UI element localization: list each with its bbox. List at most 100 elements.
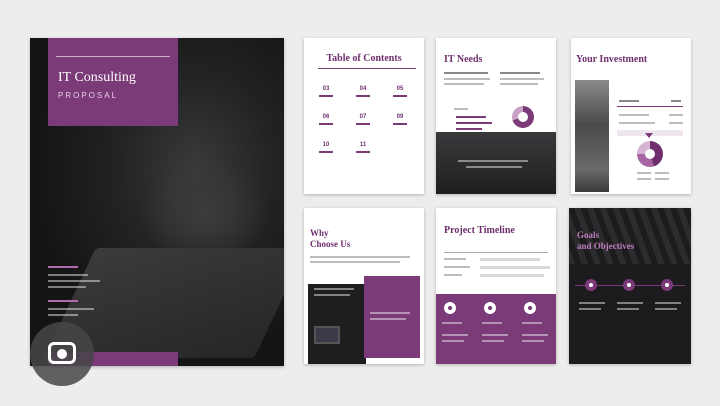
cover-text-1 xyxy=(48,274,88,276)
toc-bar xyxy=(356,151,370,153)
goals-title: Goals and Objectives xyxy=(577,230,634,252)
text-line xyxy=(442,334,468,336)
gantt-bar xyxy=(480,258,540,261)
toc-bar xyxy=(393,95,407,97)
goals-page: Goals and Objectives xyxy=(569,208,691,364)
text-line xyxy=(655,302,681,304)
text-line xyxy=(522,340,544,342)
cover-text-4 xyxy=(48,308,94,310)
text-line xyxy=(617,302,643,304)
cover-page: IT Consulting PROPOSAL xyxy=(30,38,284,366)
bulb-icon xyxy=(484,302,496,314)
legend-line xyxy=(637,172,651,174)
dark-photo-band xyxy=(436,132,556,194)
legend-line xyxy=(637,178,651,180)
text-line xyxy=(617,308,639,310)
bar-mark xyxy=(456,128,482,130)
text-line xyxy=(444,83,484,85)
toc-number: 04 xyxy=(359,86,367,92)
bar-label xyxy=(454,108,468,110)
cover-text-3 xyxy=(48,286,86,288)
bar-mark xyxy=(456,122,492,124)
text-line xyxy=(500,72,540,74)
why-title-line1: Why xyxy=(310,228,329,238)
donut-chart xyxy=(512,106,534,128)
legend-line xyxy=(655,172,669,174)
pointer-triangle xyxy=(645,133,653,138)
cover-text-2 xyxy=(48,280,100,282)
toc-page: Table of Contents 03 04 05 06 07 09 10 1… xyxy=(304,38,424,194)
text-line xyxy=(444,72,488,74)
text-line xyxy=(482,340,504,342)
user-icon xyxy=(623,279,635,291)
text-line xyxy=(482,322,502,324)
toc-bar xyxy=(319,151,333,153)
text-line xyxy=(370,318,406,320)
text-line xyxy=(314,288,354,290)
legend-line xyxy=(655,178,669,180)
gantt-bar xyxy=(480,274,544,277)
text-line xyxy=(310,256,410,258)
cover-label-1 xyxy=(48,266,78,268)
cover-label-2 xyxy=(48,300,78,302)
text-line xyxy=(444,258,466,260)
text-line xyxy=(579,308,601,310)
text-line xyxy=(458,160,528,162)
text-line xyxy=(619,100,639,102)
text-line xyxy=(444,274,462,276)
lens-button[interactable] xyxy=(30,322,94,386)
donut-chart xyxy=(637,141,663,167)
text-line xyxy=(500,78,544,80)
project-timeline-page: Project Timeline xyxy=(436,208,556,364)
why-title: Why Choose Us xyxy=(310,228,350,250)
timeline-title: Project Timeline xyxy=(444,225,515,236)
cover-subtitle: PROPOSAL xyxy=(58,91,119,100)
toc-number: 05 xyxy=(396,86,404,92)
toc-number: 10 xyxy=(322,142,330,148)
bar-mark xyxy=(456,116,486,118)
text-line xyxy=(619,114,649,116)
toc-bar xyxy=(356,95,370,97)
investment-page: Your Investment xyxy=(571,38,691,194)
text-line xyxy=(370,312,410,314)
cover-text-5 xyxy=(48,314,78,316)
gear-icon xyxy=(524,302,536,314)
search-icon xyxy=(444,302,456,314)
lens-icon-dot xyxy=(57,349,67,359)
toc-number: 03 xyxy=(322,86,330,92)
toc-underline xyxy=(318,68,416,69)
text-line xyxy=(310,261,400,263)
purple-panel xyxy=(364,276,420,358)
cover-title-box: IT Consulting PROPOSAL xyxy=(48,38,178,126)
text-line xyxy=(482,334,508,336)
text-line xyxy=(522,334,548,336)
toc-number: 06 xyxy=(322,114,330,120)
table-rule xyxy=(617,106,683,107)
why-title-line2: Choose Us xyxy=(310,239,351,249)
text-line xyxy=(444,78,490,80)
toc-bar xyxy=(319,95,333,97)
it-needs-title: IT Needs xyxy=(444,54,483,65)
goals-title-line1: Goals xyxy=(577,230,600,240)
text-line xyxy=(669,122,683,124)
text-line xyxy=(444,266,470,268)
toc-bar xyxy=(393,123,407,125)
toc-bar xyxy=(356,123,370,125)
text-line xyxy=(314,294,350,296)
toc-number: 09 xyxy=(396,114,404,120)
monitor-image xyxy=(314,326,340,344)
it-needs-page: IT Needs xyxy=(436,38,556,194)
investment-photo xyxy=(575,80,609,192)
text-line xyxy=(500,83,538,85)
text-line xyxy=(442,322,462,324)
toc-title: Table of Contents xyxy=(326,53,402,64)
text-line xyxy=(655,308,677,310)
gantt-bar xyxy=(480,266,550,269)
text-line xyxy=(466,166,522,168)
dark-panel xyxy=(308,284,366,364)
text-line xyxy=(579,302,605,304)
text-line xyxy=(619,122,655,124)
toc-bar xyxy=(319,123,333,125)
why-choose-us-page: Why Choose Us xyxy=(304,208,424,364)
toc-number: 07 xyxy=(359,114,367,120)
